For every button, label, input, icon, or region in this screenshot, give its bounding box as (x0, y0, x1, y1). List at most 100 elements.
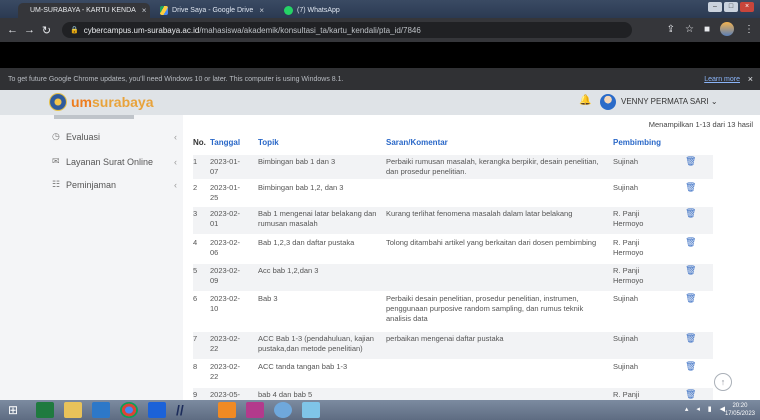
sidebar-item-layanan-surat[interactable]: ✉ Layanan Surat Online ‹ (52, 156, 177, 167)
col-saran[interactable]: Saran/Komentar (386, 138, 448, 147)
cell-no: 8 (193, 362, 198, 371)
cell-topik: Acc bab 1,2,dan 3 (258, 266, 319, 275)
maximize-icon[interactable]: □ (724, 2, 738, 12)
learn-more-link[interactable]: Learn more (704, 76, 740, 83)
table-row: 5 2023-02- 09 Acc bab 1,2,dan 3 R. Panji He… (193, 264, 713, 291)
trash-icon[interactable]: 🗑 (685, 389, 696, 399)
table-row: 6 2023-02- 10 Bab 3 Perbaiki desain penelit… (193, 292, 713, 330)
pen-app-icon[interactable]: // (176, 402, 194, 418)
browser-app-icon[interactable] (274, 402, 292, 418)
draw-app-icon[interactable] (218, 402, 236, 418)
lock-icon: 🔒 (70, 27, 79, 34)
table-row: 8 2023-02- 22 ACC tanda tangan bab 1-3 Suji… (193, 360, 713, 386)
trash-icon[interactable]: 🗑 (685, 265, 696, 275)
cell-tanggal: 2023-01- 07 (210, 157, 241, 176)
browser-tabstrip: UM-SURABAYA - KARTU KENDA × Drive Saya -… (0, 0, 760, 18)
cell-topik: Bab 1 mengenai latar belakang dan rumusa… (258, 209, 377, 228)
sidepanel-icon[interactable]: ■ (704, 24, 710, 35)
logo-text: surabaya (92, 94, 154, 110)
chevron-left-icon: ‹ (174, 156, 177, 167)
col-no: No. (193, 138, 206, 147)
close-icon[interactable]: × (748, 74, 753, 84)
cell-pembimbing: Sujinah (613, 362, 639, 371)
address-host: cybercampus.um-surabaya.ac.id (83, 25, 200, 35)
tab-label: UM-SURABAYA - KARTU KENDA (30, 7, 136, 14)
notification-bell-icon[interactable]: 🔔 (579, 95, 591, 106)
update-infobar: To get future Google Chrome updates, you… (0, 68, 760, 90)
cell-pembimbing: Sujinah (613, 334, 639, 343)
address-bar[interactable]: 🔒 cybercampus.um-surabaya.ac.id /mahasis… (62, 22, 632, 38)
sidebar-item-label: Layanan Surat Online (66, 156, 154, 167)
window-controls: – □ × (708, 2, 754, 12)
trash-icon[interactable]: 🗑 (685, 361, 696, 371)
forward-icon[interactable]: → (21, 24, 38, 36)
sidebar-item-partial (54, 115, 134, 119)
user-name: VENNY PERMATA SARI (621, 97, 709, 106)
reload-icon[interactable]: ↻ (38, 24, 55, 37)
bookmark-star-icon[interactable]: ☆ (685, 24, 694, 35)
cell-no: 7 (193, 334, 198, 343)
sidebar-item-evaluasi[interactable]: ◷ Evaluasi ‹ (52, 131, 177, 142)
sidebar-item-label: Peminjaman (66, 179, 117, 190)
close-icon[interactable]: × (142, 6, 147, 15)
back-icon[interactable]: ← (4, 24, 21, 36)
store-app-icon[interactable] (36, 402, 54, 418)
tab-whatsapp[interactable]: (7) WhatsApp (276, 3, 366, 18)
system-tray-icons[interactable]: ▴ ◂ ▮ ◀ (685, 405, 728, 413)
close-icon[interactable]: × (259, 6, 264, 15)
meet-app-icon[interactable] (148, 402, 166, 418)
trash-icon[interactable]: 🗑 (685, 293, 696, 303)
image-app-icon[interactable] (246, 402, 264, 418)
trash-icon[interactable]: 🗑 (685, 182, 696, 192)
minimize-icon[interactable]: – (708, 2, 722, 12)
user-avatar[interactable] (600, 94, 616, 110)
logo-prefix: um (71, 94, 92, 110)
cell-topik: ACC tanda tangan bab 1-3 (258, 362, 348, 371)
list-icon: ☷ (52, 179, 61, 189)
cell-no: 6 (193, 294, 198, 303)
results-summary: Menampilkan 1-13 dari 13 hasil (648, 120, 753, 129)
chrome-icon[interactable] (120, 402, 138, 418)
cell-saran: Perbaiki rumusan masalah, kerangka berpi… (386, 157, 599, 176)
cell-pembimbing: R. Panji Hermoyo (613, 209, 644, 228)
cell-tanggal: 2023-01- 25 (210, 183, 241, 202)
close-window-icon[interactable]: × (740, 2, 754, 12)
media-app-icon[interactable] (92, 402, 110, 418)
taskbar-clock[interactable]: 20:20 17/05/2023 (725, 402, 755, 418)
menu-kebab-icon[interactable]: ⋮ (744, 24, 754, 35)
windows-start-icon[interactable]: ⊞ (8, 402, 26, 418)
cell-saran: Perbaiki desain penelitian, prosedur pen… (386, 294, 584, 323)
user-menu[interactable]: VENNY PERMATA SARI ⌄ (621, 97, 718, 106)
chevron-down-icon: ⌄ (710, 97, 718, 106)
misc-app-icon[interactable] (302, 402, 320, 418)
cell-pembimbing: Sujinah (613, 183, 639, 192)
cell-pembimbing: Sujinah (613, 294, 639, 303)
cell-no: 5 (193, 266, 198, 275)
clock-icon: ◷ (52, 131, 60, 141)
cell-topik: Bimbingan bab 1,2, dan 3 (258, 183, 344, 192)
table-row: 4 2023-02- 06 Bab 1,2,3 dan daftar pustaka… (193, 236, 713, 263)
site-logo[interactable]: umsurabaya (71, 94, 153, 110)
trash-icon[interactable]: 🗑 (685, 156, 696, 166)
drive-icon (160, 6, 169, 15)
browser-toolbar: ← → ↻ 🔒 cybercampus.um-surabaya.ac.id /m… (0, 18, 760, 42)
share-icon[interactable]: ⇪ (667, 24, 675, 35)
sidebar-item-peminjaman[interactable]: ☷ Peminjaman ‹ (52, 179, 177, 190)
profile-avatar-icon[interactable] (720, 22, 734, 36)
col-pembimbing[interactable]: Pembimbing (613, 138, 661, 147)
scroll-to-top-button[interactable]: ↑ (714, 373, 732, 391)
file-explorer-icon[interactable] (64, 402, 82, 418)
trash-icon[interactable]: 🗑 (685, 237, 696, 247)
cell-saran: Kurang terlihat fenomena masalah dalam l… (386, 209, 573, 218)
chevron-left-icon: ‹ (174, 179, 177, 190)
cell-topik: bab 4 dan bab 5 (258, 390, 313, 399)
trash-icon[interactable]: 🗑 (685, 208, 696, 218)
col-tanggal[interactable]: Tanggal (210, 138, 240, 147)
tab-google-drive[interactable]: Drive Saya - Google Drive × (152, 3, 272, 18)
cell-tanggal: 2023-02- 09 (210, 266, 241, 285)
trash-icon[interactable]: 🗑 (685, 333, 696, 343)
tab-kartu-kendali[interactable]: UM-SURABAYA - KARTU KENDA × (18, 3, 150, 18)
clock-date: 17/05/2023 (724, 411, 755, 417)
infobar-message: To get future Google Chrome updates, you… (8, 75, 344, 83)
col-topik[interactable]: Topik (258, 138, 279, 147)
